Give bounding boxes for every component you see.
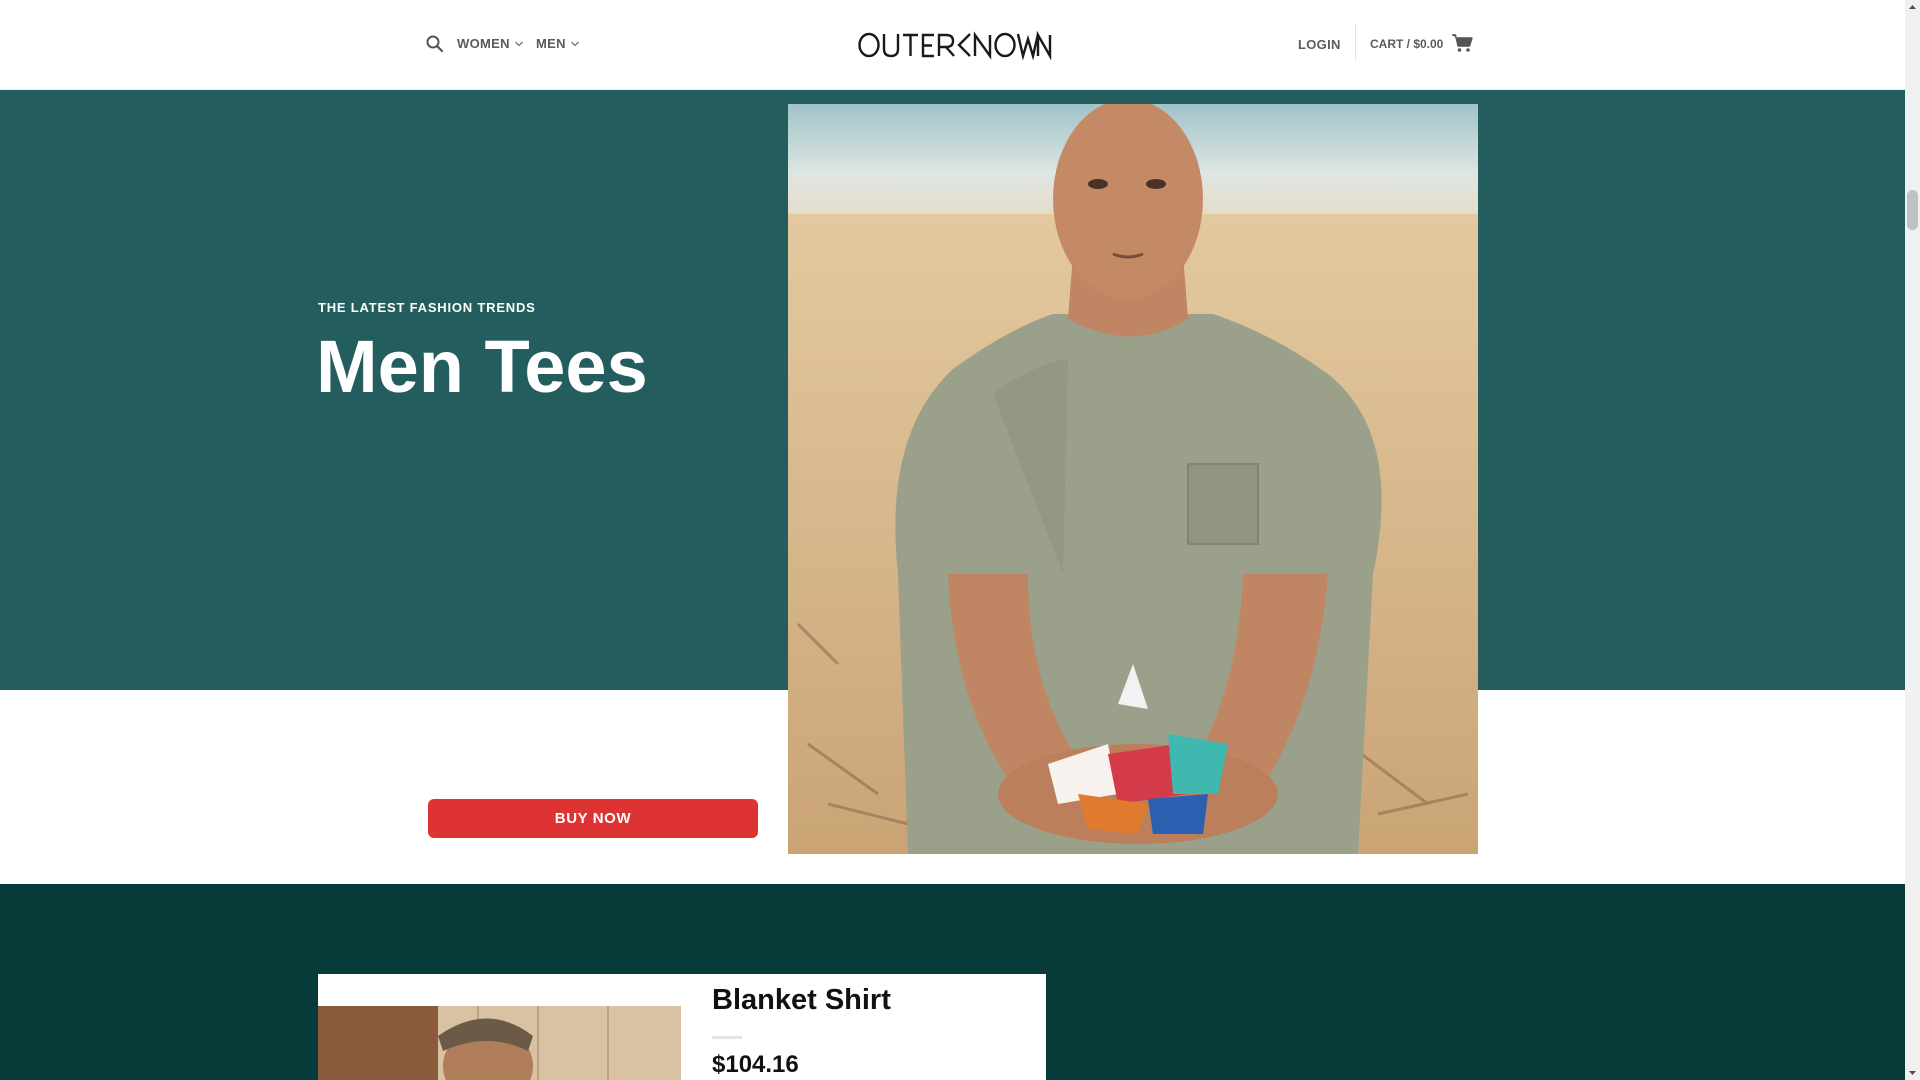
header-divider xyxy=(1355,24,1356,60)
hero-image xyxy=(788,104,1478,854)
cart-link[interactable]: CART / $0.00 xyxy=(1370,34,1474,53)
hero-title: Men Tees xyxy=(316,325,648,408)
product-name[interactable]: Blanket Shirt xyxy=(712,984,891,1017)
nav-women-label: WOMEN xyxy=(457,36,510,51)
product-image[interactable] xyxy=(318,1006,681,1080)
site-header: WOMEN MEN LOGIN CART / $0.00 xyxy=(0,0,1905,90)
chevron-down-icon xyxy=(570,41,579,46)
nav-men-label: MEN xyxy=(536,36,566,51)
cart-label: CART / $0.00 xyxy=(1370,37,1444,51)
shopping-cart-icon xyxy=(1452,34,1474,52)
chevron-down-icon xyxy=(514,41,523,46)
outerknown-logo[interactable] xyxy=(858,30,1050,60)
product-divider xyxy=(712,1036,742,1039)
scroll-up-arrow-icon[interactable] xyxy=(1905,0,1920,15)
logo-final-letter xyxy=(1036,30,1052,60)
login-link[interactable]: LOGIN xyxy=(1298,37,1341,52)
scroll-down-arrow-icon[interactable] xyxy=(1905,1065,1920,1080)
hero-tagline: THE LATEST FASHION TRENDS xyxy=(318,300,536,315)
product-price: $104.16 xyxy=(712,1051,799,1078)
page-scrollbar[interactable] xyxy=(1905,0,1920,1080)
scrollbar-thumb[interactable] xyxy=(1907,190,1918,230)
nav-men[interactable]: MEN xyxy=(536,36,580,51)
buy-now-button[interactable]: BUY NOW xyxy=(428,799,758,838)
search-icon[interactable] xyxy=(425,34,445,54)
nav-women[interactable]: WOMEN xyxy=(457,36,524,51)
